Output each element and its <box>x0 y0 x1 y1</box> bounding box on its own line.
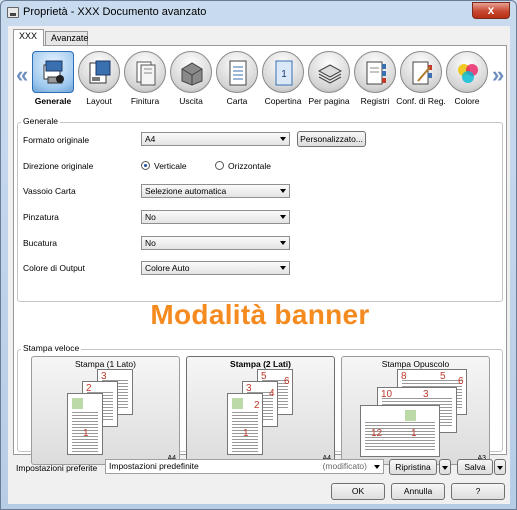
paper-tray-select[interactable]: Selezione automatica <box>141 184 290 198</box>
chevron-down-icon <box>280 266 286 270</box>
properties-window: Proprietà - XXX Documento avanzato x XXX… <box>0 0 517 510</box>
page-number: 8 <box>401 371 407 382</box>
page-number: 3 <box>423 389 429 400</box>
punching-value: No <box>145 238 156 248</box>
dialog-client: XXX Avanzate « Generale Layout Finitura <box>8 26 510 504</box>
preferences-label: Impostazioni preferite <box>16 463 98 473</box>
preferences-value: Impostazioni predefinite <box>109 461 199 471</box>
chevron-down-icon <box>374 465 380 469</box>
quick-print-title: Stampa veloce <box>21 343 82 353</box>
page-number: 12 <box>371 428 383 439</box>
layout-icon <box>89 60 111 84</box>
title-bar[interactable]: Proprietà - XXX Documento avanzato x <box>1 1 516 25</box>
page-number: 6 <box>458 376 464 387</box>
flower-image <box>72 398 83 409</box>
orientation-vertical-label: Verticale <box>154 161 187 171</box>
save-button[interactable]: Salva <box>457 459 493 475</box>
flower-image <box>232 398 243 409</box>
preset-title: Stampa (2 Lati) <box>230 359 291 369</box>
output-icon <box>181 62 203 86</box>
page-thumbnail: 12 1 <box>360 405 440 457</box>
chevron-down-icon <box>442 466 448 470</box>
modified-indicator: (modificato) <box>322 461 367 471</box>
window-title: Proprietà - XXX Documento avanzato <box>23 6 207 18</box>
toolbar-label: Colore <box>454 96 480 106</box>
orientation-horizontal-radio[interactable] <box>215 161 224 170</box>
page-number: 2 <box>254 400 260 411</box>
color-icon <box>458 64 478 83</box>
tab-xxx[interactable]: XXX <box>13 29 44 46</box>
page-number: 5 <box>440 371 446 382</box>
toolbar-item-colore[interactable]: Colore <box>444 51 490 109</box>
svg-text:1: 1 <box>281 69 287 80</box>
restore-button[interactable]: Ripristina <box>389 459 437 475</box>
scroll-left-arrow[interactable]: « <box>16 62 28 88</box>
orientation-horizontal-label: Orizzontale <box>228 161 271 171</box>
cover-icon: 1 <box>275 60 293 86</box>
preferences-select[interactable]: Impostazioni predefinite (modificato) <box>105 459 384 474</box>
dialog-footer: Impostazioni preferite Impostazioni pred… <box>8 456 510 504</box>
page-number: 1 <box>83 428 89 439</box>
chevron-down-icon <box>497 466 503 470</box>
page-number: 6 <box>284 376 290 387</box>
printer-icon <box>7 7 19 18</box>
punching-select[interactable]: No <box>141 236 290 250</box>
custom-format-button[interactable]: Personalizzato... <box>297 131 366 147</box>
flower-image <box>405 410 416 421</box>
general-settings-icon <box>43 60 64 84</box>
chevron-down-icon <box>280 189 286 193</box>
paper-tray-value: Selezione automatica <box>145 186 227 196</box>
general-group-title: Generale <box>21 116 60 126</box>
close-button[interactable]: x <box>472 2 510 19</box>
tab-avanzate[interactable]: Avanzate <box>45 31 88 45</box>
cancel-button[interactable]: Annulla <box>391 483 445 500</box>
tab-panel: « Generale Layout Finitura Uscita Carta … <box>13 45 507 465</box>
orientation-vertical-radio[interactable] <box>141 161 150 170</box>
scroll-right-arrow[interactable]: » <box>492 62 504 88</box>
finishing-icon <box>136 61 156 86</box>
page-number: 4 <box>269 388 275 399</box>
stapling-value: No <box>145 212 156 222</box>
save-dropdown-button[interactable] <box>494 459 506 475</box>
original-format-select[interactable]: A4 <box>141 132 290 146</box>
output-color-select[interactable]: Colore Auto <box>141 261 290 275</box>
orientation-label: Direzione originale <box>23 161 94 171</box>
feature-toolbar: « Generale Layout Finitura Uscita Carta … <box>14 46 506 112</box>
chevron-down-icon <box>280 215 286 219</box>
preset-title: Stampa (1 Lato) <box>75 359 136 369</box>
page-number: 1 <box>243 428 249 439</box>
quick-print-booklet[interactable]: Stampa Opuscolo 856 103 121 A3 <box>341 356 490 465</box>
chevron-down-icon <box>280 241 286 245</box>
page-thumbnail: 12 <box>227 393 263 455</box>
paper-icon <box>229 60 247 86</box>
paper-tray-label: Vassoio Carta <box>23 186 76 196</box>
chevron-down-icon <box>280 137 286 141</box>
banner-mode-text: Modalità banner <box>150 299 370 330</box>
quick-print-simplex[interactable]: Stampa (1 Lato) 3 2 1 A4 <box>31 356 180 465</box>
restore-dropdown-button[interactable] <box>439 459 451 475</box>
original-format-label: Formato originale <box>23 135 90 145</box>
tabs-icon <box>366 61 386 85</box>
per-page-icon <box>318 64 342 84</box>
output-color-value: Colore Auto <box>145 263 190 273</box>
original-format-value: A4 <box>145 134 156 144</box>
punching-label: Bucatura <box>23 238 58 248</box>
stapling-label: Pinzatura <box>23 212 59 222</box>
page-number: 10 <box>381 389 393 400</box>
preset-title: Stampa Opuscolo <box>381 359 450 369</box>
stapling-select[interactable]: No <box>141 210 290 224</box>
ok-button[interactable]: OK <box>331 483 385 500</box>
help-button[interactable]: ? <box>451 483 505 500</box>
quick-print-duplex[interactable]: Stampa (2 Lati) 56 34 12 A4 <box>186 356 335 465</box>
page-number: 1 <box>411 428 417 439</box>
page-thumbnail: 1 <box>67 393 103 455</box>
register-config-icon <box>412 61 432 85</box>
output-color-label: Colore di Output <box>23 263 85 273</box>
